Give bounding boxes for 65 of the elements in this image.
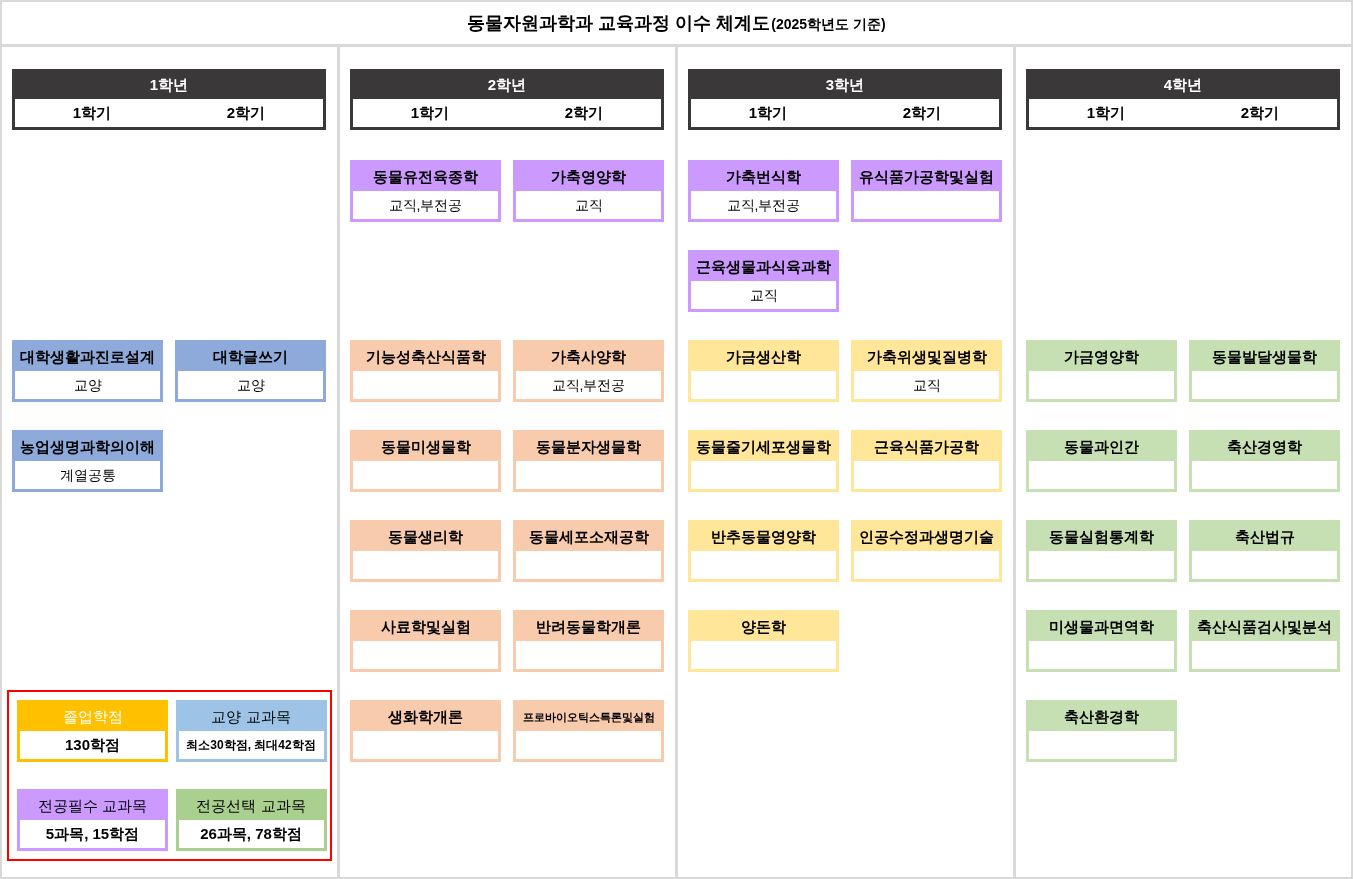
course-note: 교직 <box>749 285 778 305</box>
course-note: 교직,부전공 <box>726 195 801 215</box>
course-name: 인공수정과생명기술 <box>859 526 994 547</box>
course-note: 교양 <box>73 375 102 395</box>
course-name: 가축영양학 <box>551 166 626 187</box>
credit-title: 전공필수 교과목 <box>37 795 148 816</box>
course-name: 대학생활과진로설계 <box>20 346 155 367</box>
semester-label: 1학기 <box>748 102 788 123</box>
course-name: 미생물과면역학 <box>1049 616 1154 637</box>
course-name: 사료학및실험 <box>380 616 471 637</box>
course-name: 대학글쓰기 <box>213 346 288 367</box>
course-name: 동물생리학 <box>388 526 463 547</box>
course-name: 축산경영학 <box>1227 436 1302 457</box>
course-name: 유식품가공학및실험 <box>859 166 994 187</box>
year-label: 2학년 <box>487 75 527 96</box>
semester-label: 2학기 <box>226 102 266 123</box>
course-name: 축산식품검사및분석 <box>1197 616 1332 637</box>
course-name: 양돈학 <box>741 616 786 637</box>
course-name: 근육식품가공학 <box>874 436 979 457</box>
course-name: 기능성축산식품학 <box>365 346 486 367</box>
semester-label: 2학기 <box>902 102 942 123</box>
course-name: 동물유전육종학 <box>373 166 478 187</box>
course-name: 동물줄기세포생물학 <box>696 436 831 457</box>
course-note: 계열공통 <box>59 465 116 485</box>
year-label: 1학년 <box>149 75 189 96</box>
course-note: 교양 <box>236 375 265 395</box>
course-name: 가축사양학 <box>551 346 626 367</box>
credit-value: 26과목, 78학점 <box>200 823 302 844</box>
semester-label: 1학기 <box>410 102 450 123</box>
semester-label: 1학기 <box>1086 102 1126 123</box>
course-name: 축산환경학 <box>1064 706 1139 727</box>
course-name: 가금생산학 <box>726 346 801 367</box>
page-title: 동물자원과학과 교육과정 이수 체계도 <box>467 11 771 35</box>
year-label: 4학년 <box>1163 75 1203 96</box>
credit-title: 졸업학점 <box>62 706 123 727</box>
course-name: 축산법규 <box>1234 526 1295 547</box>
course-name: 가축위생및질병학 <box>866 346 987 367</box>
course-name: 동물과인간 <box>1064 436 1139 457</box>
course-name: 동물발달생물학 <box>1212 346 1317 367</box>
page-subtitle: (2025학년도 기준) <box>771 15 886 34</box>
course-note: 교직,부전공 <box>551 375 626 395</box>
course-name: 가축번식학 <box>726 166 801 187</box>
year-label: 3학년 <box>825 75 865 96</box>
course-name: 생화학개론 <box>388 706 463 727</box>
course-name: 동물미생물학 <box>380 436 471 457</box>
course-name: 반추동물영양학 <box>711 526 816 547</box>
credit-value: 5과목, 15학점 <box>45 823 140 844</box>
course-name: 반려동물학개론 <box>536 616 641 637</box>
course-name: 동물분자생물학 <box>536 436 641 457</box>
credit-title: 교양 교과목 <box>211 706 291 727</box>
course-note: 교직 <box>574 195 603 215</box>
course-name: 가금영양학 <box>1064 346 1139 367</box>
course-note: 교직,부전공 <box>388 195 463 215</box>
credit-value: 최소30학점, 최대42학점 <box>186 737 316 754</box>
course-note: 교직 <box>912 375 941 395</box>
semester-label: 2학기 <box>1240 102 1280 123</box>
course-name: 농업생명과학의이해 <box>20 436 155 457</box>
course-name: 프로바이오틱스특론및실험 <box>522 709 655 725</box>
course-name: 동물세포소재공학 <box>528 526 649 547</box>
credit-title: 전공선택 교과목 <box>196 795 306 816</box>
credit-value: 130학점 <box>65 734 120 755</box>
semester-label: 1학기 <box>72 102 112 123</box>
course-name: 근육생물과식육과학 <box>696 256 831 277</box>
semester-label: 2학기 <box>564 102 604 123</box>
course-name: 동물실험통계학 <box>1049 526 1154 547</box>
